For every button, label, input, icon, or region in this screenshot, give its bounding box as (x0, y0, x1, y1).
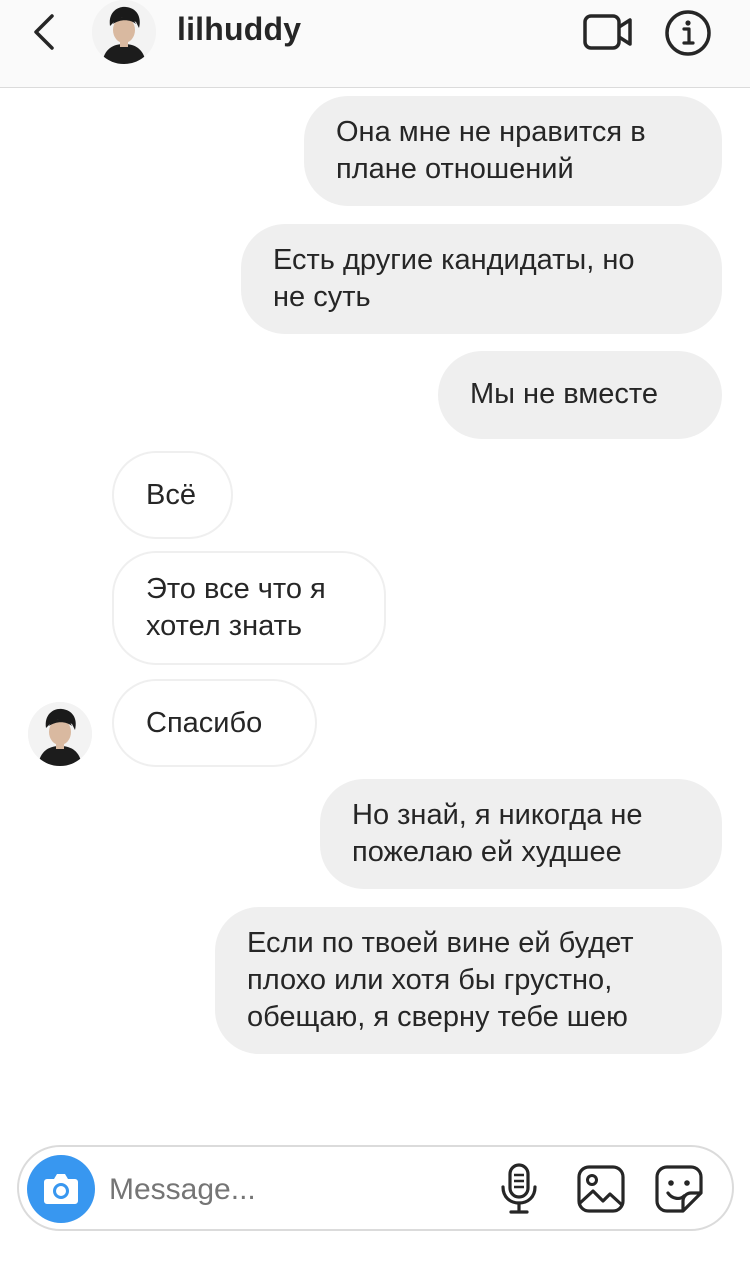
chat-username[interactable]: lilhuddy (177, 11, 301, 48)
message-bubble-incoming[interactable]: Это все что я хотел знать (112, 551, 386, 665)
back-button[interactable] (26, 10, 66, 54)
profile-photo-icon (92, 0, 156, 64)
message-bubble-outgoing[interactable]: Но знай, я никогда не пожелаю ей худшее (320, 779, 722, 889)
info-icon (665, 10, 711, 56)
info-button[interactable] (663, 8, 713, 58)
sticker-button[interactable] (653, 1163, 705, 1215)
voice-message-button[interactable] (497, 1163, 541, 1215)
message-thread[interactable]: Она мне не нравится в плане отношений Ес… (0, 88, 750, 1128)
chat-header: lilhuddy (0, 0, 750, 88)
gallery-button[interactable] (575, 1163, 627, 1215)
video-call-button[interactable] (582, 12, 634, 52)
profile-photo-icon (28, 702, 92, 766)
message-bubble-outgoing[interactable]: Она мне не нравится в плане отношений (304, 96, 722, 206)
message-bubble-incoming[interactable]: Спасибо (112, 679, 317, 767)
camera-button[interactable] (27, 1155, 95, 1223)
chevron-left-icon (34, 14, 54, 50)
message-bubble-outgoing[interactable]: Есть другие кандидаты, но не суть (241, 224, 722, 334)
message-bubble-incoming[interactable]: Всё (112, 451, 233, 539)
sticker-icon (655, 1165, 703, 1213)
message-input[interactable] (109, 1171, 479, 1209)
message-composer (17, 1145, 734, 1231)
video-camera-icon (583, 14, 632, 50)
sender-avatar[interactable] (28, 702, 92, 766)
gallery-icon (577, 1165, 625, 1213)
avatar[interactable] (92, 0, 156, 64)
message-bubble-outgoing[interactable]: Мы не вместе (438, 351, 722, 439)
message-bubble-outgoing[interactable]: Если по твоей вине ей будет плохо или хо… (215, 907, 722, 1054)
camera-icon (44, 1174, 78, 1204)
microphone-icon (501, 1163, 537, 1214)
